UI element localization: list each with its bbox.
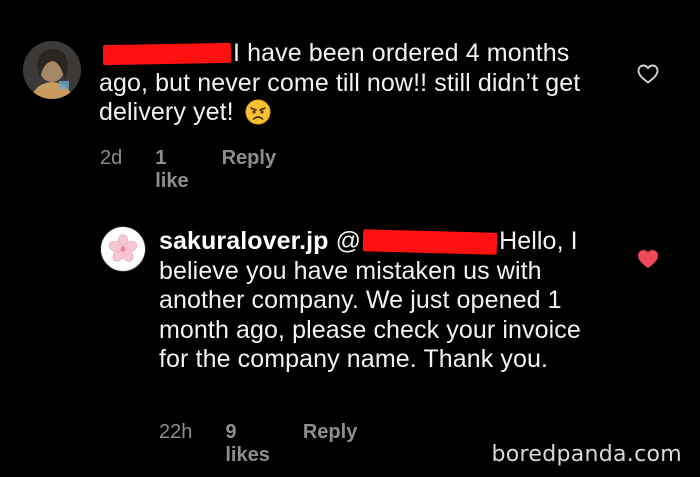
heart-filled-icon[interactable] bbox=[636, 247, 660, 271]
avatar-photo-icon bbox=[23, 41, 81, 99]
mention-prefix: @ bbox=[335, 227, 362, 255]
reply-button[interactable]: Reply bbox=[222, 147, 276, 170]
comment-time: 22h bbox=[159, 421, 193, 443]
like-count-link[interactable]: 9 likes bbox=[225, 421, 269, 467]
heart-outline-icon[interactable] bbox=[636, 62, 660, 86]
comment-meta: 2d 1 like Reply bbox=[100, 147, 276, 193]
comment-body: I have been ordered 4 months ago, but ne… bbox=[99, 39, 609, 128]
comment-time: 2d bbox=[100, 147, 123, 169]
watermark: boredpanda.com bbox=[491, 442, 682, 467]
redacted-mention bbox=[362, 229, 498, 256]
commenter-avatar[interactable] bbox=[23, 41, 81, 99]
comment-meta: 22h 9 likes Reply bbox=[159, 421, 357, 467]
sakura-flower-icon bbox=[101, 227, 145, 271]
redacted-username bbox=[102, 43, 232, 66]
reply-button[interactable]: Reply bbox=[303, 421, 357, 444]
comment-body: sakuralover.jp @ Hello, I believe you hav… bbox=[159, 227, 609, 375]
username-link[interactable]: sakuralover.jp bbox=[159, 227, 329, 255]
angry-face-icon bbox=[245, 99, 271, 125]
like-count-link[interactable]: 1 like bbox=[155, 147, 188, 193]
sakuralover-avatar[interactable] bbox=[100, 226, 146, 272]
